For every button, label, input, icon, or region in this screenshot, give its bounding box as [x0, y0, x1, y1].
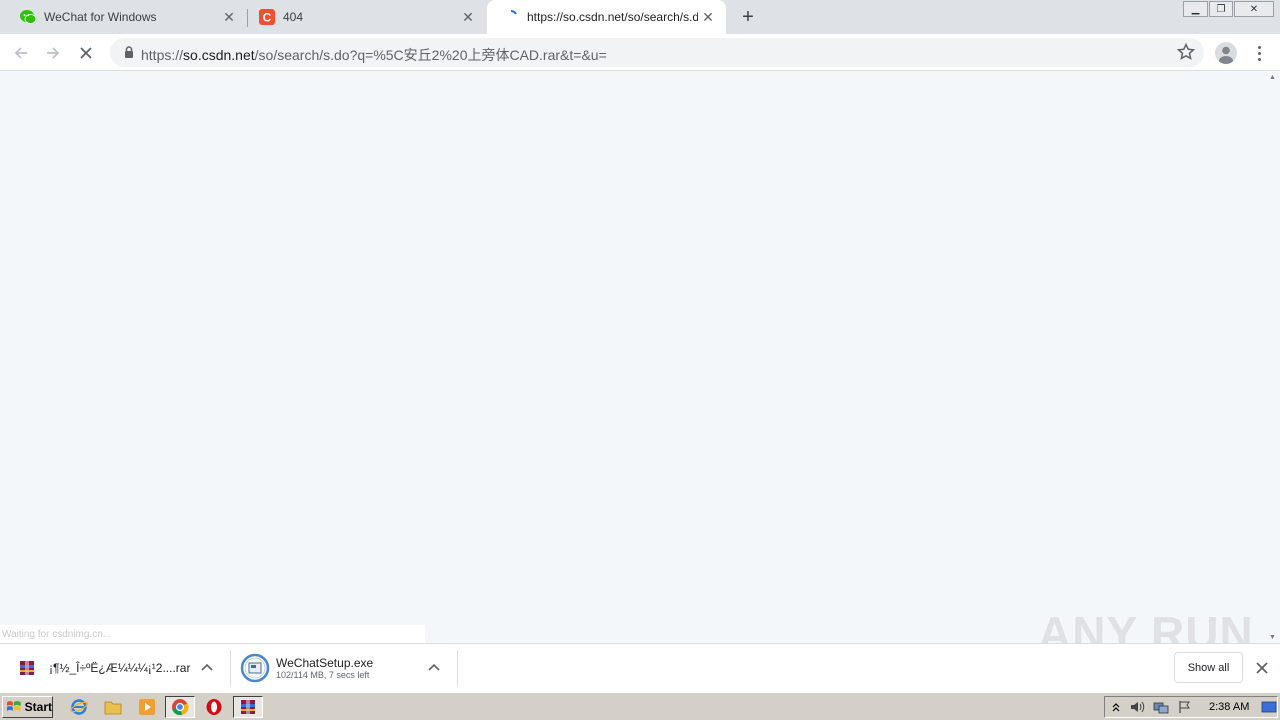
back-button[interactable]: [8, 40, 34, 66]
arrow-left-icon: [14, 47, 27, 59]
close-icon[interactable]: [1254, 660, 1270, 676]
lock-icon[interactable]: [122, 45, 136, 59]
url-scheme: https://: [141, 47, 184, 63]
tray-expand-icon[interactable]: [1111, 701, 1121, 713]
restore-button[interactable]: ❐: [1209, 1, 1233, 17]
page-scrollbar[interactable]: ▲ ▼: [1265, 72, 1280, 643]
network-icon[interactable]: [1153, 700, 1169, 714]
browser-toolbar: https://so.csdn.net/so/search/s.do?q=%5C…: [0, 34, 1280, 71]
tab-title: 404: [283, 10, 304, 24]
status-bubble: Waiting for csdnimg.cn...: [0, 625, 425, 643]
show-desktop-icon[interactable]: [1261, 700, 1277, 714]
scroll-down-icon[interactable]: ▼: [1269, 634, 1276, 641]
media-player-icon[interactable]: [137, 697, 157, 717]
tab-csdn-search[interactable]: https://so.csdn.net/so/search/s.do? ✕: [487, 0, 726, 34]
opera-logo-icon: [206, 699, 222, 715]
scroll-up-icon[interactable]: ▲: [1269, 74, 1276, 81]
url-path: /so/search/s.do?q=%5C安丘2%20上旁体CAD.rar&t=…: [254, 47, 607, 63]
tab-wechat[interactable]: WeChat for Windows ✕: [0, 0, 247, 34]
start-label: Start: [24, 700, 52, 714]
chrome-icon: [172, 699, 189, 716]
stop-button[interactable]: [73, 40, 99, 66]
tab-title: WeChat for Windows: [44, 10, 157, 24]
close-icon[interactable]: ✕: [458, 7, 478, 27]
opera-icon[interactable]: [204, 697, 224, 717]
chevron-up-icon[interactable]: [426, 660, 442, 676]
stop-icon: [80, 47, 92, 59]
start-button[interactable]: Start: [2, 696, 53, 718]
download-filename: ¡¶½_Î÷ºË¿Æ¼¼¼¡¹2....rar: [49, 661, 191, 675]
arrow-right-icon: [47, 47, 60, 59]
loading-icon: [510, 10, 517, 15]
svg-text:C: C: [263, 11, 272, 25]
winrar-icon: [241, 700, 255, 714]
download-item-rar[interactable]: ¡¶½_Î÷ºË¿Æ¼¼¼¡¹2....rar: [18, 648, 223, 688]
forward-button[interactable]: [40, 40, 66, 66]
bookmark-star-icon[interactable]: [1176, 42, 1196, 62]
play-icon: [139, 699, 155, 715]
winrar-icon: [20, 661, 34, 675]
action-center-flag-icon[interactable]: [1177, 700, 1193, 714]
file-explorer-icon[interactable]: [103, 697, 123, 717]
page-content: [0, 72, 1265, 643]
folder-icon: [104, 701, 122, 715]
volume-icon[interactable]: [1129, 700, 1145, 714]
system-tray: 2:38 AM: [1104, 696, 1278, 718]
tab-404[interactable]: C 404 ✕: [248, 0, 486, 34]
wechat-icon: [20, 10, 36, 24]
tab-title: https://so.csdn.net/so/search/s.do?: [527, 10, 698, 24]
chrome-taskbar-button[interactable]: [165, 696, 195, 718]
installer-icon: [240, 653, 270, 683]
taskbar-clock[interactable]: 2:38 AM: [1209, 701, 1249, 713]
profile-avatar[interactable]: [1215, 42, 1237, 64]
download-divider: [230, 650, 231, 687]
download-progress-text: 102/114 MB, 7 secs left: [276, 670, 370, 680]
close-window-button[interactable]: ✕: [1234, 1, 1274, 17]
windows-taskbar: Start 2:38 AM: [0, 692, 1280, 720]
internet-explorer-icon[interactable]: [69, 697, 89, 717]
download-shelf: ¡¶½_Î÷ºË¿Æ¼¼¼¡¹2....rar WeChatSetup.exe …: [0, 643, 1280, 692]
tab-strip: WeChat for Windows ✕ C 404 ✕ https://so.…: [0, 0, 1280, 34]
download-item-wechat[interactable]: WeChatSetup.exe 102/114 MB, 7 secs left: [240, 648, 450, 688]
address-bar[interactable]: https://so.csdn.net/so/search/s.do?q=%5C…: [110, 38, 1204, 67]
chevron-up-icon[interactable]: [199, 660, 215, 676]
menu-dot: [1257, 51, 1261, 55]
url-host: so.csdn.net: [183, 47, 255, 63]
winrar-taskbar-button[interactable]: [233, 696, 263, 718]
download-filename: WeChatSetup.exe: [276, 656, 374, 670]
csdn-icon: C: [259, 9, 275, 25]
menu-dot: [1257, 45, 1261, 49]
menu-dot: [1257, 57, 1261, 61]
minimize-button[interactable]: ▁: [1183, 1, 1208, 17]
download-text: WeChatSetup.exe 102/114 MB, 7 secs left: [276, 656, 373, 680]
close-icon[interactable]: ✕: [219, 7, 239, 27]
show-all-button[interactable]: Show all: [1174, 652, 1243, 683]
url-text[interactable]: https://so.csdn.net/so/search/s.do?q=%5C…: [141, 45, 607, 65]
person-icon: [1219, 46, 1233, 64]
browser-menu-button[interactable]: [1250, 43, 1268, 63]
ie-logo-icon: [70, 699, 88, 715]
windows-logo-icon: [6, 701, 21, 711]
close-icon[interactable]: ✕: [698, 7, 718, 27]
download-divider: [457, 650, 458, 687]
new-tab-button[interactable]: +: [736, 5, 760, 29]
